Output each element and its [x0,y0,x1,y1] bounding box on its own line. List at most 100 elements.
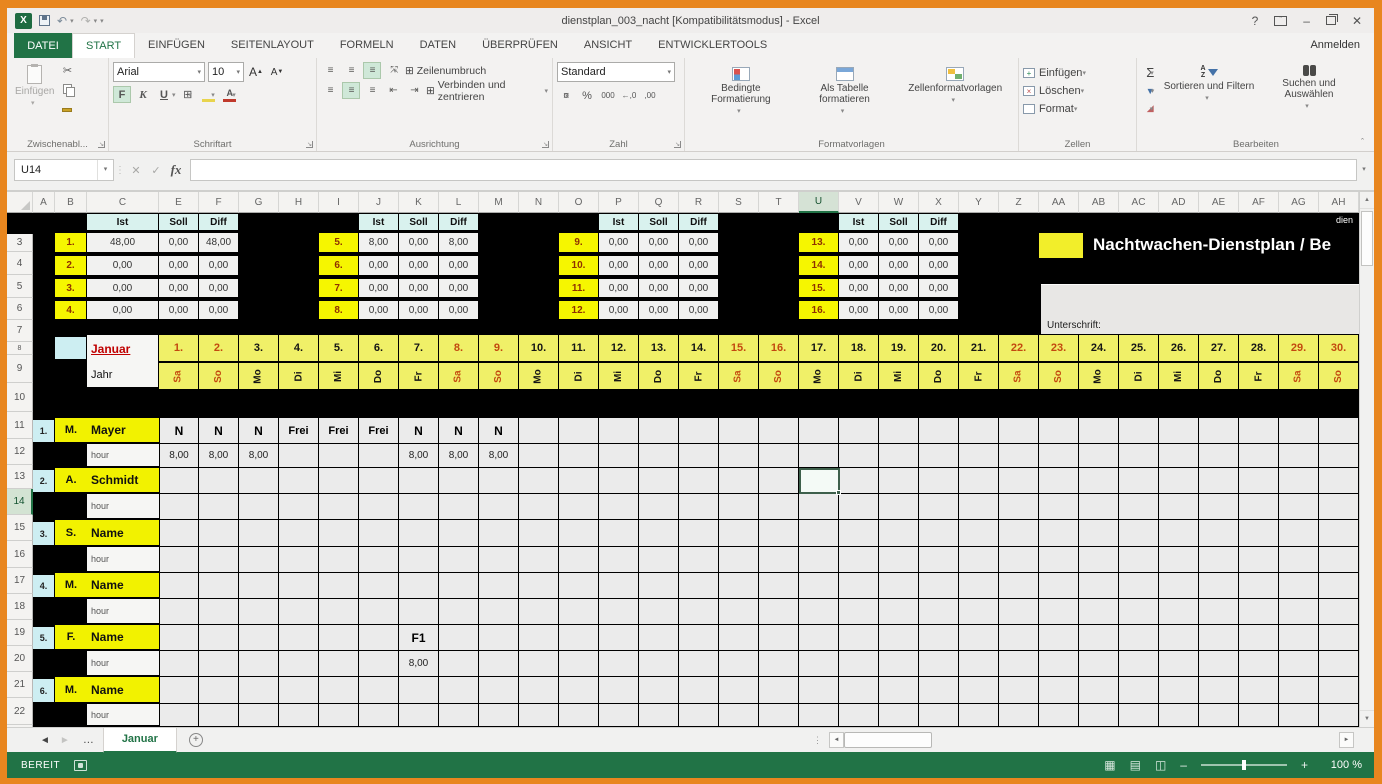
shift-cell[interactable] [999,677,1039,704]
weekday-cell[interactable]: Di [559,363,598,389]
hour-cell[interactable] [239,599,279,625]
hour-cell[interactable] [959,599,999,625]
shift-cell[interactable] [559,625,599,651]
decrease-indent-button[interactable]: ⇤ [384,82,402,99]
stat-ist-cell[interactable]: 0,00 [599,279,638,297]
weekday-cell[interactable]: Di [1119,363,1158,389]
shift-cell[interactable] [1119,625,1159,651]
shift-cell[interactable] [879,677,919,704]
hour-cell[interactable] [1039,547,1079,573]
hour-cell[interactable] [679,651,719,677]
weekday-cell[interactable]: Do [1199,363,1238,389]
shift-cell[interactable] [839,468,879,494]
shift-cell[interactable] [1279,418,1319,444]
shift-cell[interactable]: N [479,418,519,444]
shift-cell[interactable] [799,573,839,599]
hour-cell[interactable] [719,547,759,573]
shift-cell[interactable] [359,677,399,704]
hour-cell[interactable] [999,599,1039,625]
hour-cell[interactable] [879,444,919,468]
hour-cell[interactable] [479,704,519,727]
column-header-P[interactable]: P [599,192,639,213]
column-header-AD[interactable]: AD [1159,192,1199,213]
shift-cell[interactable] [359,468,399,494]
next-sheet-icon[interactable]: ► [55,735,75,746]
shift-cell[interactable] [599,573,639,599]
hour-cell[interactable] [399,599,439,625]
hour-cell[interactable] [959,547,999,573]
collapse-ribbon-icon[interactable]: ˆ [1361,137,1364,147]
shift-cell[interactable] [719,468,759,494]
shrink-font-button[interactable]: A▼ [268,64,286,81]
stat-diff-cell[interactable]: 0,00 [919,279,958,297]
hour-cell[interactable] [799,704,839,727]
shift-cell[interactable] [719,520,759,547]
clear-button[interactable]: ◢▾ [1141,100,1159,117]
hour-cell[interactable] [1279,599,1319,625]
employee-initial-cell[interactable]: M. [55,573,87,599]
hour-cell[interactable] [679,494,719,520]
day-number-cell[interactable]: 11. [559,335,598,361]
stat-ist-cell[interactable]: 0,00 [599,256,638,275]
employee-index-cell[interactable]: 5. [33,627,54,649]
shift-cell[interactable] [999,573,1039,599]
shift-cell[interactable] [1159,573,1199,599]
shift-cell[interactable] [679,573,719,599]
hour-cell[interactable]: 8,00 [159,444,199,468]
shift-cell[interactable] [479,520,519,547]
hour-cell[interactable] [639,599,679,625]
hour-cell[interactable] [799,651,839,677]
day-number-cell[interactable]: 12. [599,335,638,361]
day-number-cell[interactable]: 15. [719,335,758,361]
shift-cell[interactable] [959,418,999,444]
shift-cell[interactable] [519,418,559,444]
hour-cell[interactable] [599,444,639,468]
hour-cell[interactable]: 8,00 [439,444,479,468]
stat-ist-cell[interactable]: 8,00 [359,233,398,252]
hour-cell[interactable] [1319,704,1359,727]
format-as-table-button[interactable]: Als Tabelle formatieren▾ [793,64,897,135]
hour-cell[interactable]: 8,00 [399,444,439,468]
namebox-splitter[interactable]: ⋮ [114,165,126,176]
day-number-cell[interactable]: 4. [279,335,318,361]
shift-cell[interactable] [199,573,239,599]
day-number-cell[interactable]: 20. [919,335,958,361]
ribbon-options-icon[interactable]: ˆ [1274,16,1287,26]
stat-soll-cell[interactable]: 0,00 [399,279,438,297]
stat-num-cell[interactable]: 13. [799,233,838,252]
shift-cell[interactable] [239,520,279,547]
stat-diff-cell[interactable]: 0,00 [199,279,238,297]
hour-cell[interactable] [1119,494,1159,520]
row-header-18[interactable]: 18 [7,594,33,620]
copy-button[interactable] [58,80,76,97]
hour-cell[interactable] [519,704,559,727]
column-header-F[interactable]: F [199,192,239,213]
weekday-cell[interactable]: Fr [679,363,718,389]
hour-cell[interactable] [1199,444,1239,468]
fill-button[interactable]: ▼▾ [1141,82,1159,99]
shift-cell[interactable] [479,625,519,651]
hour-cell[interactable] [919,547,959,573]
stat-diff-cell[interactable]: 0,00 [919,301,958,319]
column-header-I[interactable]: I [319,192,359,213]
hour-cell[interactable] [919,704,959,727]
employee-index-cell[interactable]: 2. [33,470,54,492]
hour-cell[interactable] [679,444,719,468]
stat-soll-cell[interactable]: 0,00 [399,233,438,252]
add-sheet-icon[interactable]: + [189,733,203,747]
stat-ist-cell[interactable]: 0,00 [839,256,878,275]
shift-cell[interactable] [1199,418,1239,444]
hour-cell[interactable] [1079,651,1119,677]
sheet-tab-januar[interactable]: Januar [103,728,177,753]
hour-cell[interactable] [919,494,959,520]
shift-cell[interactable] [319,520,359,547]
hour-cell[interactable] [959,651,999,677]
stat-num-cell[interactable]: 1. [55,233,86,252]
shift-cell[interactable] [839,625,879,651]
scroll-down-icon[interactable]: ▼ [1360,710,1374,727]
shift-cell[interactable] [1239,520,1279,547]
column-header-AA[interactable]: AA [1039,192,1079,213]
row-header-12[interactable]: 12 [7,439,33,465]
weekday-cell[interactable]: Sa [999,363,1038,389]
weekday-cell[interactable]: Sa [1279,363,1318,389]
